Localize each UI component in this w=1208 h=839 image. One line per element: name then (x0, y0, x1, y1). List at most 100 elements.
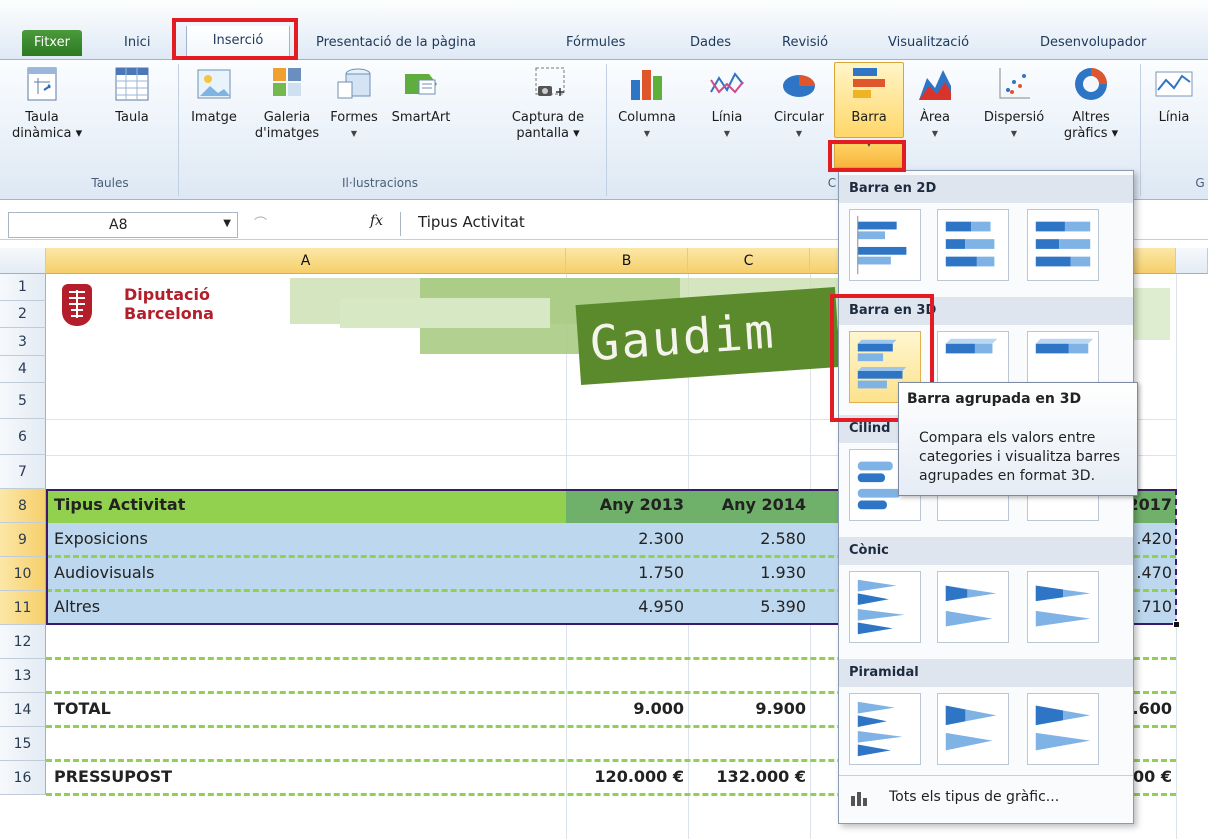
smartart-button[interactable]: SmartArt (388, 64, 454, 126)
table-label: Taula (115, 110, 149, 125)
row-header-11[interactable]: 11 (0, 591, 46, 625)
scatter-dropdown-icon: ▼ (1010, 129, 1018, 138)
cell-a15[interactable]: PRESSUPOST (54, 767, 172, 786)
area-chart-label: Àrea (920, 110, 950, 125)
all-chart-types-button[interactable]: Tots els tipus de gràfic... (845, 783, 1129, 813)
area-chart-button[interactable]: Àrea ▼ (908, 64, 962, 142)
scatter-chart-icon (999, 68, 1030, 99)
clip-art-button[interactable]: Galeria d'imatges (252, 64, 322, 142)
clustered-cone-option[interactable] (849, 571, 921, 643)
row-header-15[interactable]: 15 (0, 727, 46, 761)
row-header-13[interactable]: 13 (0, 659, 46, 693)
group-separator (1140, 64, 1141, 196)
column-chart-button[interactable]: Columna ▼ (614, 64, 680, 142)
stacked-bar-icon (945, 221, 995, 267)
tab-presentacio[interactable]: Presentació de la pàgina (316, 32, 476, 54)
pie-chart-button[interactable]: Circular ▼ (766, 64, 832, 142)
cell-b15[interactable]: 120.000 € (566, 767, 684, 786)
column-header-c[interactable]: C (688, 248, 810, 274)
column-header-a[interactable]: A (46, 248, 566, 274)
scatter-chart-button[interactable]: Dispersió ▼ (976, 64, 1052, 142)
formula-resize-icon[interactable]: ⌒ (254, 213, 267, 232)
insert-function-icon[interactable]: fx (370, 213, 383, 229)
tooltip-line-1: Compara els valors entre (919, 430, 1096, 446)
row-header-2[interactable]: 2 (0, 301, 46, 328)
row-header-12[interactable]: 12 (0, 625, 46, 659)
tab-fitxer[interactable]: Fitxer (22, 30, 82, 56)
stacked-bar-2d-option[interactable] (937, 209, 1009, 281)
sparkline-label: Línia (1158, 110, 1190, 125)
tab-revisio[interactable]: Revisió (782, 32, 828, 54)
fill-handle[interactable] (1173, 621, 1180, 628)
row-header-9[interactable]: 9 (0, 523, 46, 557)
name-box-dropdown-icon[interactable]: ▼ (223, 218, 231, 229)
stacked-100-bar-2d-option[interactable] (1027, 209, 1099, 281)
line-chart-button[interactable]: Línia ▼ (704, 64, 750, 142)
banner-title: Gaudim (588, 303, 778, 373)
screenshot-button[interactable]: Captura de pantalla ▾ (500, 64, 596, 142)
name-box-value: A8 (109, 217, 128, 233)
smartart-icon (405, 74, 437, 95)
cell-c13[interactable]: 9.900 (688, 699, 806, 718)
pie-chart-icon (783, 75, 815, 97)
row-header-4[interactable]: 4 (0, 356, 46, 383)
picture-label: Imatge (191, 110, 237, 125)
stacked-pyramid-option[interactable] (937, 693, 1009, 765)
tab-inici[interactable]: Inici (124, 32, 150, 54)
cell-b13[interactable]: 9.000 (566, 699, 684, 718)
sparkline-button[interactable]: Línia (1146, 64, 1202, 126)
tooltip-line-3: agrupades en format 3D. (919, 468, 1096, 484)
clustered-bar-2d-option[interactable] (849, 209, 921, 281)
picture-button[interactable]: Imatge (186, 64, 242, 126)
tooltip-title: Barra agrupada en 3D (907, 391, 1082, 407)
all-chart-types-label: Tots els tipus de gràfic... (889, 789, 1060, 805)
row-header-1[interactable]: 1 (0, 274, 46, 301)
stacked-100-pyramid-icon (1035, 705, 1091, 751)
pivot-table-label-2: dinàmica ▾ (12, 126, 83, 141)
clustered-pyramid-option[interactable] (849, 693, 921, 765)
row-header-8[interactable]: 8 (0, 489, 46, 523)
stacked-100-cone-option[interactable] (1027, 571, 1099, 643)
banner-block: Gaudim (575, 287, 841, 385)
screenshot-icon (535, 67, 565, 96)
other-charts-button[interactable]: Altres gràfics ▾ (1058, 64, 1124, 142)
tab-visualitzacio[interactable]: Visualització (888, 32, 969, 54)
name-box[interactable]: A8 ▼ (8, 212, 238, 238)
row-header-5[interactable]: 5 (0, 383, 46, 419)
shapes-button[interactable]: Formes ▼ (326, 64, 382, 142)
row-header-14[interactable]: 14 (0, 693, 46, 727)
tab-dades[interactable]: Dades (690, 32, 731, 54)
group-illustracions-label: Il·lustracions (341, 176, 418, 190)
tab-desenvolupador[interactable]: Desenvolupador (1040, 32, 1146, 54)
stacked-cone-option[interactable] (937, 571, 1009, 643)
stacked-100-pyramid-option[interactable] (1027, 693, 1099, 765)
other-charts-label-1: Altres (1072, 110, 1110, 125)
column-header-next[interactable] (1176, 248, 1208, 274)
row-header-7[interactable]: 7 (0, 455, 46, 489)
group-charts-label-fragment: C (827, 176, 837, 190)
clip-art-label-2: d'imatges (254, 126, 320, 141)
row-header-6[interactable]: 6 (0, 419, 46, 455)
group-sparklines-label-fragment: G (1195, 176, 1205, 190)
highlight-insercio-tab (172, 18, 298, 60)
cell-a13[interactable]: TOTAL (54, 699, 111, 718)
select-all-corner[interactable] (0, 248, 46, 274)
cell-c15[interactable]: 132.000 € (688, 767, 806, 786)
area-chart-icon (919, 70, 951, 100)
row-header-16[interactable]: 16 (0, 761, 46, 795)
tab-formules[interactable]: Fórmules (566, 32, 625, 54)
line-chart-icon (710, 72, 744, 94)
column-header-b[interactable]: B (566, 248, 688, 274)
row-header-3[interactable]: 3 (0, 328, 46, 356)
sparkline-icon (1155, 71, 1193, 97)
table-button[interactable]: Taula (108, 64, 156, 126)
pivot-table-button[interactable]: Taula dinàmica ▾ (12, 64, 83, 142)
stacked-100-bar-icon (1035, 221, 1091, 267)
picture-icon (197, 69, 231, 99)
row-header-10[interactable]: 10 (0, 557, 46, 591)
formula-input[interactable]: Tipus Activitat (418, 213, 525, 231)
section-piramidal: Piramidal (839, 659, 1133, 687)
bar-chart-button[interactable]: Barra ▼ (838, 64, 900, 152)
table-icon (115, 67, 149, 101)
cone-bar-icon (857, 579, 905, 635)
